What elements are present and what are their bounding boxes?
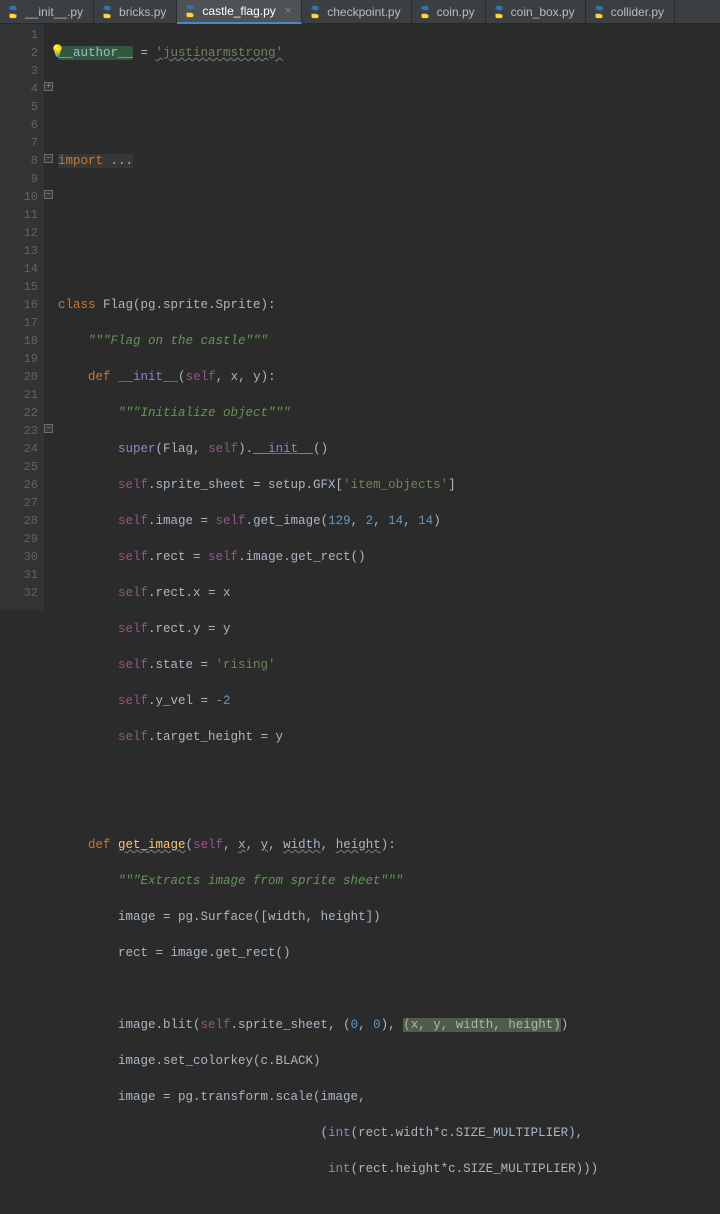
line-number: 22: [0, 404, 44, 422]
line-number: 12: [0, 224, 44, 242]
close-icon[interactable]: ×: [285, 5, 291, 17]
fold-expand-icon[interactable]: +: [44, 82, 53, 91]
line-number: 17: [0, 314, 44, 332]
line-number: 8: [0, 152, 44, 170]
line-number: 2: [0, 44, 44, 62]
line-number: 27: [0, 494, 44, 512]
python-icon: [183, 4, 197, 18]
python-icon: [492, 5, 506, 19]
tab-init[interactable]: __init__.py: [0, 0, 94, 23]
line-number: 5: [0, 98, 44, 116]
line-number: 1: [0, 26, 44, 44]
python-icon: [100, 5, 114, 19]
fold-column: + − − −: [44, 24, 54, 610]
line-number: 9: [0, 170, 44, 188]
line-number: 14: [0, 260, 44, 278]
line-number: 29: [0, 530, 44, 548]
tab-label: coin_box.py: [511, 5, 575, 19]
tab-checkpoint[interactable]: checkpoint.py: [302, 0, 411, 23]
tab-label: checkpoint.py: [327, 5, 400, 19]
code-area[interactable]: __author__ = 'justinarmstrong' import ..…: [44, 24, 598, 610]
line-number: 30: [0, 548, 44, 566]
line-number: 25: [0, 458, 44, 476]
line-number: 13: [0, 242, 44, 260]
line-number: 20: [0, 368, 44, 386]
line-number: 7: [0, 134, 44, 152]
line-number: 31: [0, 566, 44, 584]
line-number: 23: [0, 422, 44, 440]
code-editor[interactable]: 💡 12345678910111213141516171819202122232…: [0, 24, 720, 610]
line-number: 4: [0, 80, 44, 98]
tab-coin[interactable]: coin.py: [412, 0, 486, 23]
editor-tabs: __init__.py bricks.py castle_flag.py × c…: [0, 0, 720, 24]
tab-castle-flag[interactable]: castle_flag.py ×: [177, 0, 302, 24]
fold-collapse-icon[interactable]: −: [44, 154, 53, 163]
line-number: 3: [0, 62, 44, 80]
tab-label: coin.py: [437, 5, 475, 19]
line-number: 15: [0, 278, 44, 296]
line-number: 24: [0, 440, 44, 458]
tab-label: collider.py: [611, 5, 664, 19]
line-number: 16: [0, 296, 44, 314]
line-number: 32: [0, 584, 44, 602]
line-number: 18: [0, 332, 44, 350]
tab-label: bricks.py: [119, 5, 166, 19]
tab-label: castle_flag.py: [202, 4, 275, 18]
line-number: 21: [0, 386, 44, 404]
fold-collapse-icon[interactable]: −: [44, 190, 53, 199]
line-number: 11: [0, 206, 44, 224]
python-icon: [6, 5, 20, 19]
fold-collapse-icon[interactable]: −: [44, 424, 53, 433]
tab-bricks[interactable]: bricks.py: [94, 0, 177, 23]
tab-collider[interactable]: collider.py: [586, 0, 675, 23]
python-icon: [592, 5, 606, 19]
tab-label: __init__.py: [25, 5, 83, 19]
python-icon: [308, 5, 322, 19]
line-number: 6: [0, 116, 44, 134]
line-number: 26: [0, 476, 44, 494]
tab-coin-box[interactable]: coin_box.py: [486, 0, 586, 23]
line-number: 19: [0, 350, 44, 368]
line-number: 10: [0, 188, 44, 206]
line-number: 28: [0, 512, 44, 530]
line-number-gutter: 1234567891011121314151617181920212223242…: [0, 24, 44, 610]
python-icon: [418, 5, 432, 19]
